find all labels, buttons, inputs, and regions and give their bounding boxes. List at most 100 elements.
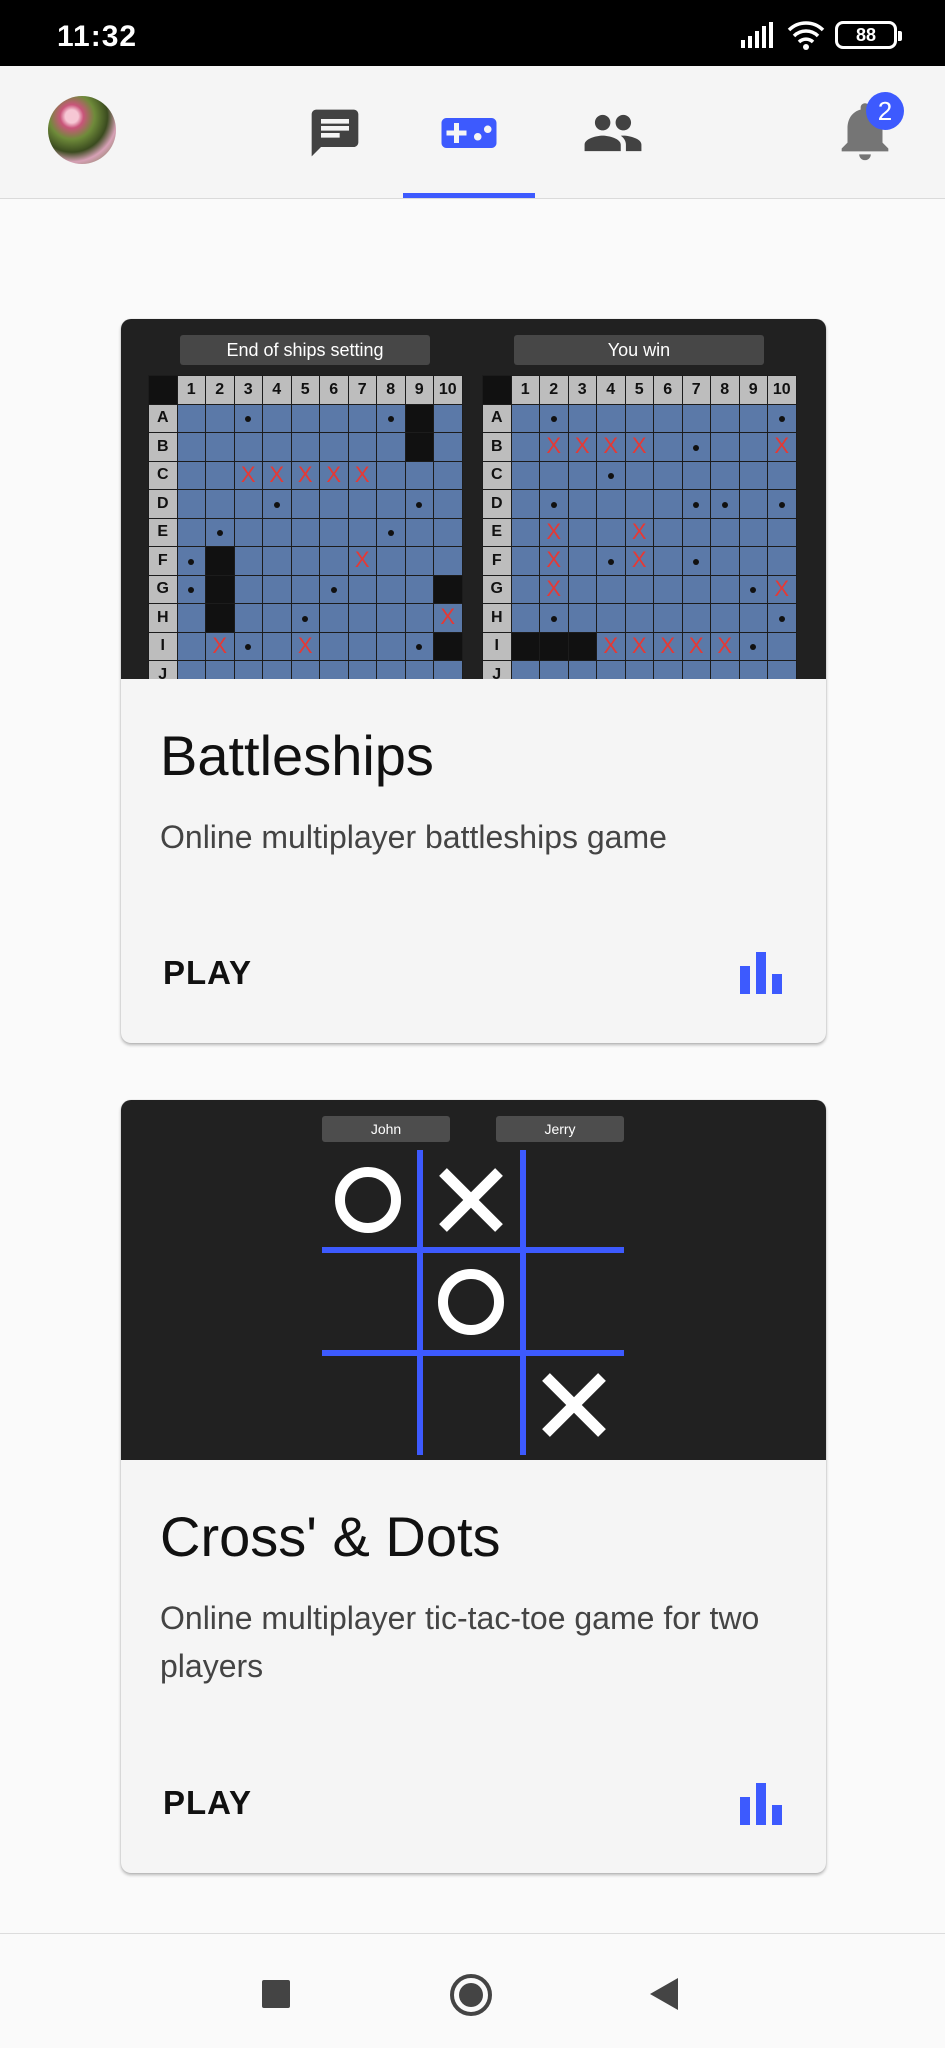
grid-row-header: F — [482, 546, 512, 576]
grid-cell: X — [624, 546, 654, 576]
grid-cell — [205, 403, 235, 433]
grid-cell — [262, 489, 292, 519]
grid-cell — [624, 603, 654, 633]
grid-cell — [404, 574, 434, 604]
grid-cell — [347, 489, 377, 519]
grid-cell — [710, 660, 740, 679]
grid-cell — [710, 603, 740, 633]
board-label-right: You win — [514, 335, 764, 365]
grid-cell — [233, 574, 263, 604]
play-button[interactable]: PLAY — [151, 946, 264, 1000]
grid-cell — [596, 574, 626, 604]
grid-cell — [290, 403, 320, 433]
grid-cell — [433, 517, 463, 547]
grid-cell — [710, 546, 740, 576]
grid-cell — [233, 660, 263, 679]
grid-cell — [233, 631, 263, 661]
grid-cell — [510, 403, 540, 433]
grid-cell — [290, 489, 320, 519]
grid-row-header: H — [482, 603, 512, 633]
people-icon — [584, 114, 641, 151]
battleships-preview: End of ships setting You win 1 2 3 4 5 6 7 8 9 10… — [121, 319, 826, 679]
grid-cell — [596, 403, 626, 433]
tab-friends[interactable] — [565, 66, 660, 199]
chat-icon — [311, 109, 359, 156]
status-icons: 88 — [741, 20, 902, 50]
grid-cell — [567, 546, 597, 576]
grid-cell — [319, 631, 349, 661]
grid-cell — [433, 574, 463, 604]
grid-cell: X — [433, 603, 463, 633]
avatar[interactable] — [48, 96, 116, 164]
grid-cell — [376, 460, 406, 490]
grid-cell — [738, 660, 768, 679]
grid-cell — [596, 460, 626, 490]
grid-cell — [262, 546, 292, 576]
grid-cell — [376, 660, 406, 679]
grid-cell — [404, 432, 434, 462]
play-button[interactable]: PLAY — [151, 1776, 264, 1830]
grid-cell — [653, 546, 683, 576]
grid-cell — [539, 403, 569, 433]
grid-cell — [681, 489, 711, 519]
bar-chart-icon[interactable] — [740, 1783, 782, 1825]
grid-cell — [433, 432, 463, 462]
grid-cell — [738, 460, 768, 490]
grid-cell — [262, 517, 292, 547]
grid-cell — [290, 432, 320, 462]
grid-cell: X — [596, 631, 626, 661]
grid-cell — [767, 546, 797, 576]
bar-chart-icon[interactable] — [740, 952, 782, 994]
tab-games[interactable] — [403, 66, 535, 199]
grid-cell — [624, 574, 654, 604]
grid-cell: X — [319, 460, 349, 490]
grid-cell — [176, 517, 206, 547]
grid-cell — [539, 460, 569, 490]
grid-cell — [596, 660, 626, 679]
grid-cell — [653, 403, 683, 433]
grid-row-header: A — [148, 403, 178, 433]
grid-cell — [347, 517, 377, 547]
grid-cell — [738, 489, 768, 519]
tab-chat[interactable] — [290, 66, 380, 199]
grid-cell — [510, 574, 540, 604]
grid-cell — [205, 574, 235, 604]
back-icon[interactable] — [650, 1978, 678, 2010]
circle-mark — [335, 1167, 401, 1233]
grid-cell — [319, 489, 349, 519]
grid-cell — [376, 403, 406, 433]
app-screen: 11:32 88 2 End of ships setting You win … — [0, 0, 945, 2048]
grid-cell: X — [539, 574, 569, 604]
game-description: Online multiplayer tic-tac-toe game for … — [160, 1600, 760, 1684]
grid-cell — [262, 660, 292, 679]
home-icon[interactable] — [450, 1974, 492, 2016]
grid-cell — [767, 403, 797, 433]
grid-cell — [567, 660, 597, 679]
grid-cell — [539, 489, 569, 519]
grid-cell — [567, 574, 597, 604]
grid-cell — [319, 403, 349, 433]
grid-cell — [710, 517, 740, 547]
grid-cell — [767, 631, 797, 661]
grid-row-header: B — [482, 432, 512, 462]
grid-cell — [404, 517, 434, 547]
notification-badge: 2 — [866, 92, 904, 130]
grid-cell: X — [653, 631, 683, 661]
grid-cell — [567, 517, 597, 547]
grid-cell: X — [347, 460, 377, 490]
grid-cell: X — [290, 460, 320, 490]
grid-cell: X — [710, 631, 740, 661]
grid-column-header: 8 — [376, 375, 406, 405]
grid-row-header: F — [148, 546, 178, 576]
grid-cell — [205, 489, 235, 519]
grid-cell — [176, 432, 206, 462]
grid-cell — [653, 660, 683, 679]
grid-cell — [205, 660, 235, 679]
grid-cell — [205, 432, 235, 462]
recents-icon[interactable] — [262, 1980, 290, 2008]
grid-column-header: 7 — [681, 375, 711, 405]
game-title: Cross' & Dots — [160, 1505, 501, 1568]
grid-cell — [319, 546, 349, 576]
grid-column-header: 2 — [205, 375, 235, 405]
grid-row-header: J — [148, 660, 178, 679]
